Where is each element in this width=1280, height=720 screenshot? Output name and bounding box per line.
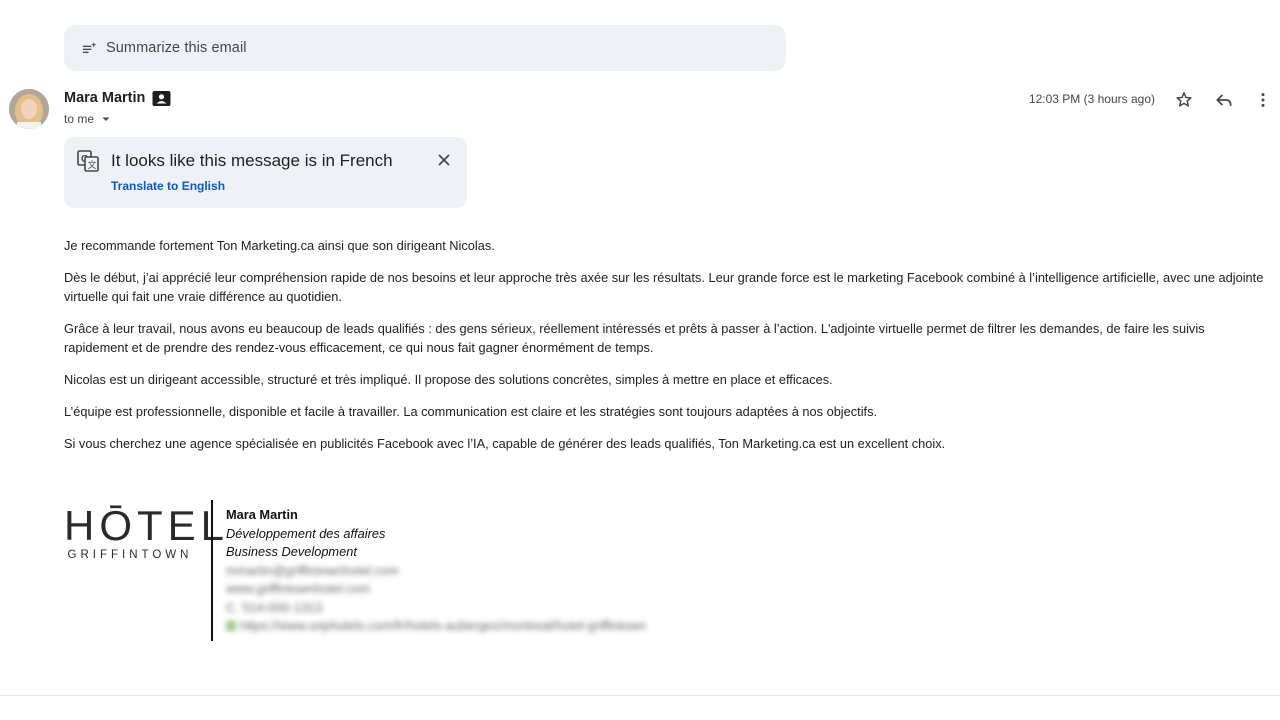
contact-card-icon[interactable] [152,90,171,107]
logo-sub-text: GRIFFINTOWN [67,549,193,561]
signature-email-link[interactable]: mmartin@griffintownhotel.com [226,562,646,581]
body-paragraph: Si vous cherchez une agence spécialisée … [64,436,946,451]
more-options-button[interactable] [1251,88,1275,112]
body-paragraph: Je recommande fortement Ton Marketing.ca… [64,238,495,253]
translate-to-english-link[interactable]: Translate to English [111,179,225,193]
logo-main-text: HŌTEL [64,502,230,549]
timestamp: 12:03 PM (3 hours ago) [1028,92,1155,106]
body-paragraph: Nicolas est un dirigeant accessible, str… [64,372,833,387]
chevron-down-icon [102,117,110,121]
more-vert-icon [1261,93,1265,107]
divider [0,695,1280,696]
reply-button[interactable] [1212,88,1236,112]
translate-icon: G 文 [77,150,99,172]
reply-icon [1216,94,1232,106]
recipient-label: to me [64,112,95,126]
hotel-griffintown-logo: HŌTEL GRIFFINTOWN [64,502,230,565]
avatar[interactable] [9,89,49,129]
sender-name[interactable]: Mara Martin [64,90,145,106]
signature-phone: C. 514-000-1313 [226,599,323,615]
star-button[interactable] [1172,88,1196,112]
signature-role-en: Business Development [226,544,357,559]
summarize-email-button[interactable]: Summarize this email [64,25,786,71]
summarize-icon [82,41,97,53]
signature-name: Mara Martin [226,507,298,522]
star-icon [1176,92,1192,107]
translate-title: It looks like this message is in French [111,151,393,170]
body-paragraph: Dès le début, j’ai apprécié leur compréh… [64,270,1264,304]
signature-broken-image-link[interactable]: https://www.oriphotels.com/fr/hotels-aub… [226,617,646,636]
recipient-details-toggle[interactable]: to me [64,112,112,126]
svg-text:文: 文 [88,159,97,171]
signature-divider [211,500,213,641]
signature-image-url: https://www.oriphotels.com/fr/hotels-aub… [240,618,646,633]
signature-role-fr: Développement des affaires [226,525,386,541]
summarize-label: Summarize this email [106,40,247,56]
body-paragraph: L’équipe est professionnelle, disponible… [64,404,878,419]
signature-block: Mara Martin Développement des affaires B… [226,506,646,636]
body-paragraph: Grâce à leur travail, nous avons eu beau… [64,321,1205,355]
broken-image-icon [226,621,236,632]
signature-website-link[interactable]: www.griffintownhotel.com [226,580,646,599]
translate-banner: G 文 It looks like this message is in Fre… [64,137,467,208]
email-body: Je recommande fortement Ton Marketing.ca… [64,236,1269,466]
close-icon[interactable] [435,151,453,169]
